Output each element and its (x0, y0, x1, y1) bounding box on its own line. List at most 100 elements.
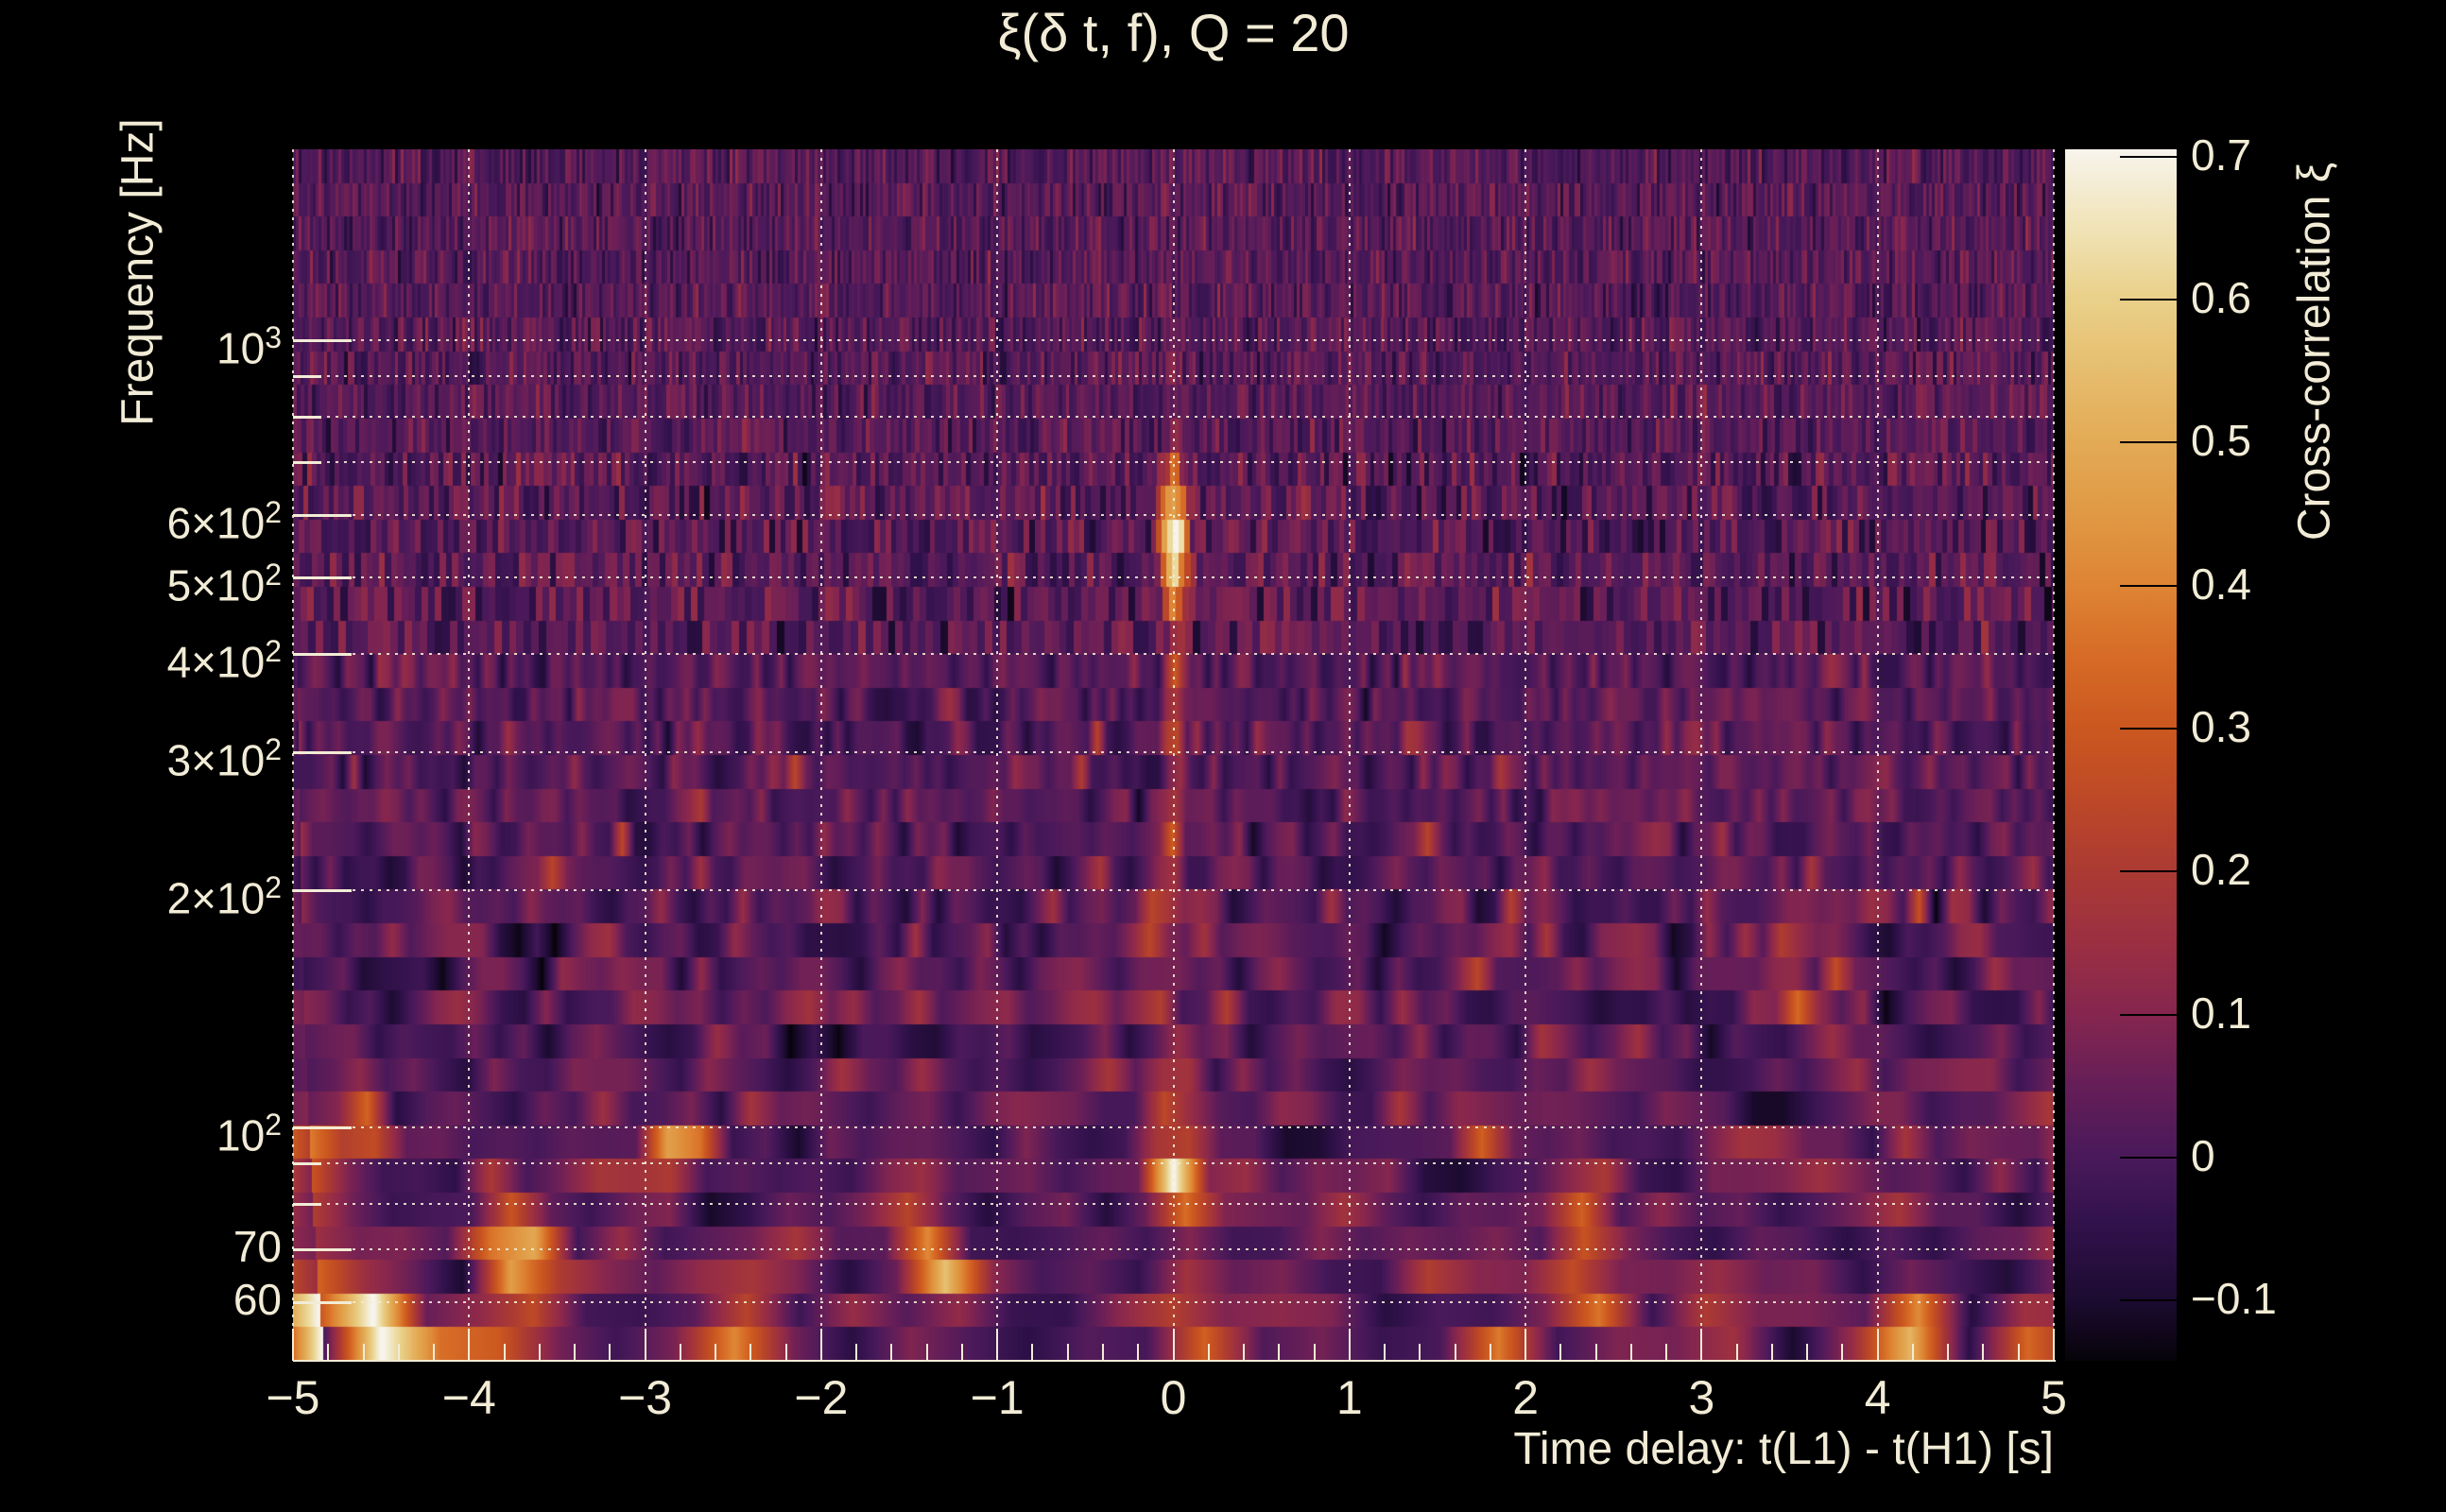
y-tick-mantissa: 3×10 (166, 735, 266, 785)
x-tickmark-minor (1489, 1344, 1491, 1361)
y-tick-exponent: 2 (265, 731, 282, 766)
x-tickmark-minor (749, 1344, 752, 1361)
y-tick-exponent: 2 (265, 1107, 282, 1142)
x-tickmark-major (644, 1329, 646, 1361)
y-tickmark (293, 750, 352, 754)
x-tickmark-minor (1982, 1344, 1985, 1361)
y-tick-mantissa: 6×10 (166, 498, 266, 548)
y-tick-label: 5×102 (55, 553, 282, 607)
x-tickmark-minor (1911, 1344, 1914, 1361)
x-tickmark-minor (1735, 1344, 1738, 1361)
x-tickmark-minor (538, 1344, 541, 1361)
x-tickmark-minor (1031, 1344, 1034, 1361)
x-tickmark-major (1524, 1329, 1527, 1361)
x-tickmark-minor (1841, 1344, 1844, 1361)
x-tickmark-minor (715, 1344, 717, 1361)
y-tickmark (293, 461, 321, 465)
x-tickmark-minor (1454, 1344, 1456, 1361)
x-tickmark-minor (925, 1344, 928, 1361)
x-gridline (1700, 149, 1703, 1361)
y-tickmark (293, 1247, 352, 1251)
x-tickmark-minor (1066, 1344, 1069, 1361)
x-tickmark-minor (890, 1344, 893, 1361)
x-tickmark-minor (2017, 1344, 2020, 1361)
colorbar-tickmark (2120, 441, 2177, 444)
figure-background: { "title": "ξ(δ t, f), Q = 20", "colors"… (0, 0, 2446, 1512)
colorbar-tick-label: 0.5 (2191, 416, 2251, 466)
colorbar-tickmark (2120, 870, 2177, 873)
x-tickmark-major (1348, 1329, 1351, 1361)
x-tick-label: −5 (266, 1371, 320, 1424)
colorbar-tick-label: 0.4 (2191, 558, 2251, 609)
y-tick-exponent: 2 (265, 557, 282, 592)
x-tickmark-minor (574, 1344, 577, 1361)
x-tickmark-minor (1770, 1344, 1773, 1361)
y-tickmark (293, 889, 352, 893)
y-tick-mantissa: 2×10 (166, 873, 266, 923)
x-tick-label: −1 (970, 1371, 1025, 1424)
y-tick-mantissa: 10 (216, 323, 266, 373)
x-tickmark-minor (784, 1344, 787, 1361)
colorbar-tickmark (2120, 584, 2177, 587)
x-tickmark-minor (362, 1344, 365, 1361)
x-tickmark-major (996, 1329, 999, 1361)
y-tick-exponent: 2 (265, 633, 282, 668)
x-tick-label: 2 (1512, 1371, 1539, 1424)
x-tickmark-major (292, 1329, 294, 1361)
x-tickmark-minor (1947, 1344, 1950, 1361)
x-tick-label: 0 (1160, 1371, 1187, 1424)
y-tick-mantissa: 5×10 (166, 560, 266, 610)
y-tick-mantissa: 10 (216, 1110, 266, 1160)
colorbar-tick-label: 0.2 (2191, 845, 2251, 895)
x-tickmark-minor (855, 1344, 858, 1361)
y-tickmark (293, 576, 352, 579)
x-gridline (468, 149, 471, 1361)
y-tick-label: 102 (55, 1103, 282, 1157)
x-tickmark-minor (609, 1344, 612, 1361)
x-tickmark-minor (1665, 1344, 1668, 1361)
y-tickmark (293, 652, 352, 656)
x-gridline (1172, 149, 1175, 1361)
colorbar-tickmark (2120, 1013, 2177, 1016)
x-tickmark-minor (1419, 1344, 1421, 1361)
x-tickmark-minor (1384, 1344, 1387, 1361)
x-tickmark-major (2053, 1329, 2055, 1361)
y-tick-exponent: 3 (265, 320, 282, 355)
y-tick-label: 2×102 (55, 866, 282, 919)
colorbar-tick-label: 0.3 (2191, 701, 2251, 751)
y-tick-label: 70 (55, 1225, 282, 1268)
x-tickmark-minor (1806, 1344, 1809, 1361)
x-tickmark-minor (1559, 1344, 1562, 1361)
colorbar-tickmark (2120, 1157, 2177, 1160)
y-tickmark (293, 514, 352, 518)
x-tick-label: −2 (794, 1371, 849, 1424)
y-tickmark (293, 1125, 352, 1129)
x-tickmark-minor (1207, 1344, 1210, 1361)
x-gridline (1876, 149, 1879, 1361)
y-tickmark (293, 339, 352, 343)
colorbar-tick-label: 0.1 (2191, 988, 2251, 1038)
x-gridline (292, 149, 294, 1361)
x-tickmark-major (468, 1329, 471, 1361)
colorbar-tickmark (2120, 155, 2177, 158)
x-tick-label: 1 (1335, 1371, 1363, 1424)
colorbar-tickmark (2120, 298, 2177, 301)
x-tickmark-minor (1137, 1344, 1140, 1361)
x-tickmark-minor (397, 1344, 400, 1361)
x-axis-title: Time delay: t(L1) - t(H1) [s] (1513, 1424, 2054, 1474)
x-tick-label: −4 (441, 1371, 496, 1424)
y-tick-exponent: 2 (265, 495, 282, 530)
x-gridline (1348, 149, 1351, 1361)
y-tick-label: 60 (55, 1278, 282, 1321)
x-tickmark-minor (1101, 1344, 1104, 1361)
y-tickmark (293, 416, 321, 420)
x-tickmark-minor (327, 1344, 330, 1361)
y-tick-mantissa: 70 (233, 1221, 282, 1271)
x-tickmark-minor (679, 1344, 681, 1361)
y-tickmark (293, 1202, 321, 1206)
x-tickmark-minor (503, 1344, 506, 1361)
x-gridline (996, 149, 999, 1361)
colorbar-tick-label: −0.1 (2191, 1274, 2277, 1324)
y-tick-exponent: 2 (265, 870, 282, 905)
y-tickmark (293, 1162, 321, 1166)
